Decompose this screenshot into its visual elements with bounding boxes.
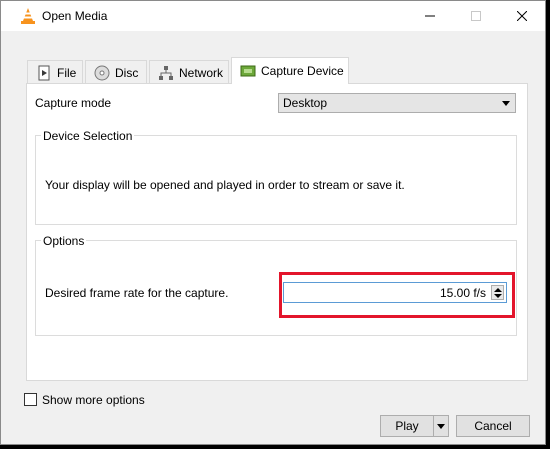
minimize-icon [425, 15, 435, 17]
framerate-label: Desired frame rate for the capture. [45, 286, 229, 300]
capture-device-icon [240, 65, 256, 77]
play-button[interactable]: Play [380, 415, 434, 437]
capture-mode-select[interactable]: Desktop [278, 93, 516, 113]
maximize-button[interactable] [453, 1, 499, 31]
show-more-options-checkbox[interactable] [24, 393, 37, 406]
capture-panel [26, 83, 528, 381]
window-title: Open Media [42, 9, 108, 23]
cancel-button[interactable]: Cancel [456, 415, 530, 437]
options-title: Options [41, 234, 87, 248]
chevron-down-icon [502, 101, 510, 106]
highlight-box [279, 272, 515, 318]
chevron-down-icon [437, 423, 445, 429]
capture-mode-label: Capture mode [35, 96, 112, 110]
tab-network[interactable]: Network [149, 60, 229, 84]
cancel-button-label: Cancel [474, 419, 512, 433]
tab-file-label: File [57, 65, 77, 80]
title-bar: Open Media [1, 1, 545, 31]
device-selection-text: Your display will be opened and played i… [45, 178, 405, 192]
network-icon [159, 65, 173, 80]
maximize-icon [471, 11, 481, 21]
minimize-button[interactable] [407, 1, 453, 31]
close-icon [517, 11, 527, 21]
disc-icon [94, 65, 110, 80]
capture-mode-value: Desktop [283, 96, 328, 110]
device-selection-title: Device Selection [41, 129, 135, 143]
play-button-label: Play [395, 419, 419, 433]
tab-file[interactable]: File [27, 60, 83, 84]
tab-capture-device[interactable]: Capture Device [231, 57, 349, 84]
tab-network-label: Network [179, 65, 224, 80]
tab-capture-device-label: Capture Device [261, 64, 344, 78]
tab-disc-label: Disc [115, 65, 139, 80]
vlc-cone-icon [21, 8, 35, 24]
play-dropdown-button[interactable] [433, 415, 449, 437]
file-icon [38, 65, 50, 80]
open-media-dialog: Open Media File Disc Network Capture Dev… [0, 0, 546, 445]
close-button[interactable] [499, 1, 545, 31]
show-more-options-label[interactable]: Show more options [42, 393, 145, 407]
tab-disc[interactable]: Disc [85, 60, 147, 84]
